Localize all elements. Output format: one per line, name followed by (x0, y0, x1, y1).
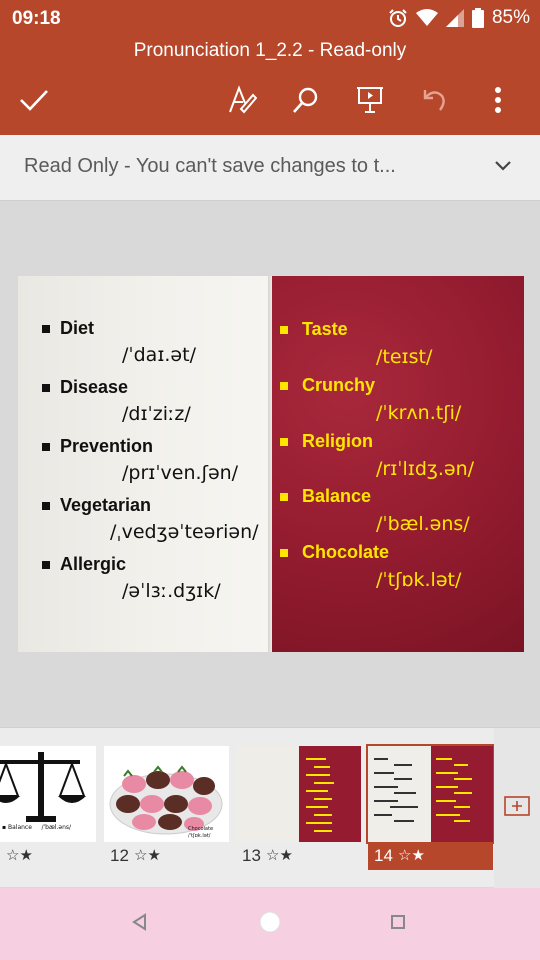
left-word-3: Prevention (42, 436, 153, 457)
recents-button[interactable] (382, 908, 414, 940)
word-text: Diet (60, 318, 95, 338)
mini-left (236, 746, 299, 842)
bullet (280, 548, 288, 557)
thumb-13-star: ☆★ (266, 846, 293, 864)
signal-icon (445, 9, 464, 27)
left-word-5: Allergic (42, 554, 126, 575)
done-button[interactable] (14, 80, 54, 120)
status-icons: 85% (388, 7, 530, 29)
word-text: Allergic (60, 554, 127, 574)
right-word-5: Chocolate (280, 542, 389, 563)
mini-left (368, 746, 431, 842)
status-bar: 09:18 85% (0, 0, 540, 36)
wifi-icon (415, 9, 438, 27)
left-word-1: Diet (42, 318, 94, 339)
slide-thumbnail-12[interactable]: Chocolate/ˈtʃɒk.lət/ (104, 746, 229, 842)
left-ipa-1: /ˈdaɪ.ət/ (122, 344, 196, 366)
read-only-banner[interactable]: Read Only - You can't save changes to t.… (0, 135, 540, 201)
right-ipa-3: /rɪˈlɪdʒ.ən/ (376, 458, 475, 480)
bullet (280, 492, 288, 501)
bullet (42, 501, 50, 510)
app-header: 09:18 85% Pronunciation 1_2.2 - Read-onl… (0, 0, 540, 135)
more-options-button[interactable] (478, 80, 518, 120)
battery-percent: 85% (491, 7, 530, 28)
slide-thumbnail-14[interactable] (366, 744, 495, 844)
thumb-11-word: Balance (7, 824, 32, 831)
back-button[interactable] (124, 908, 156, 940)
word-text: Balance (302, 486, 372, 506)
undo-button[interactable] (414, 80, 454, 120)
right-word-2: Crunchy (280, 375, 375, 396)
draw-pen-icon (227, 85, 257, 115)
word-text: Religion (302, 431, 373, 451)
add-icon (504, 796, 530, 820)
alarm-icon (388, 8, 408, 28)
left-ipa-4: /ˌvedʒəˈteəriən/ (110, 521, 259, 543)
recents-square-icon (390, 914, 406, 934)
left-word-4: Vegetarian (42, 495, 151, 516)
right-ipa-1: /teɪst/ (376, 346, 433, 368)
chevron-down-icon[interactable] (494, 157, 512, 176)
mini-right (298, 746, 361, 842)
left-word-2: Disease (42, 377, 128, 398)
left-ipa-3: /prɪˈven.ʃən/ (122, 462, 239, 484)
right-ipa-2: /ˈkrʌn.tʃi/ (376, 402, 462, 424)
bullet (280, 325, 288, 334)
thumb-12-word: Chocolate (188, 826, 214, 832)
present-button[interactable] (350, 80, 390, 120)
thumb-12-star: ☆★ (134, 846, 161, 864)
home-button[interactable] (254, 908, 286, 940)
undo-icon (420, 86, 448, 114)
document-title: Pronunciation 1_2.2 - Read-only (133, 40, 407, 61)
slide-thumbnail-strip[interactable]: ▪ Balance /ˈbæl.əns/ ☆★ Chocolate/ˈtʃɒk.… (0, 727, 540, 888)
thumb-14-number: 14 (374, 846, 393, 865)
right-word-3: Religion (280, 431, 373, 452)
word-text: Disease (60, 377, 129, 397)
present-icon (355, 85, 385, 115)
right-ipa-5: /ˈtʃɒk.lət/ (376, 569, 462, 591)
more-icon (494, 86, 502, 114)
read-only-message: Read Only - You can't save changes to t.… (24, 155, 396, 177)
battery-icon (471, 8, 484, 28)
thumb-14-selected-bar: 14 ☆★ (368, 842, 493, 870)
bullet (280, 381, 288, 390)
thumb-12-ipa: /ˈtʃɒk.lət/ (188, 833, 211, 839)
left-ipa-5: /əˈlɜː.dʒɪk/ (122, 580, 221, 602)
word-text: Taste (302, 319, 348, 339)
thumb-11-ipa: /ˈbæl.əns/ (41, 824, 72, 831)
right-word-4: Balance (280, 486, 371, 507)
search-icon (292, 86, 320, 114)
bullet (42, 324, 50, 333)
android-nav-bar (0, 888, 540, 960)
bullet (42, 560, 50, 569)
thumb-13-number: 13 (242, 846, 261, 865)
slide-thumbnail-11[interactable]: ▪ Balance /ˈbæl.əns/ (0, 746, 96, 842)
word-text: Vegetarian (60, 495, 152, 515)
left-ipa-2: /dɪˈziːz/ (122, 403, 191, 425)
right-word-1: Taste (280, 319, 348, 340)
thumb-11-star: ☆★ (6, 846, 33, 864)
status-time: 09:18 (12, 8, 61, 29)
right-ipa-4: /ˈbæl.əns/ (376, 513, 470, 535)
word-text: Prevention (60, 436, 154, 456)
check-icon (19, 88, 49, 112)
bullet (42, 383, 50, 392)
back-triangle-icon (131, 913, 149, 935)
word-text: Chocolate (302, 542, 390, 562)
current-slide[interactable]: Diet /ˈdaɪ.ət/ Disease /dɪˈziːz/ Prevent… (18, 276, 524, 652)
slide-thumbnail-13[interactable] (236, 746, 361, 842)
word-text: Crunchy (302, 375, 376, 395)
draw-button[interactable] (222, 80, 262, 120)
mini-right (430, 746, 493, 842)
thumb-12-number: 12 (110, 846, 129, 865)
thumb-14-star: ☆★ (398, 846, 425, 864)
bullet (280, 437, 288, 446)
bullet (42, 442, 50, 451)
thumb-12-caption: Chocolate/ˈtʃɒk.lət/ (188, 826, 213, 840)
add-slide-button[interactable] (494, 728, 540, 888)
home-circle-icon (259, 911, 281, 937)
search-button[interactable] (286, 80, 326, 120)
thumb-11-text: ▪ Balance /ˈbæl.əns/ (2, 824, 72, 831)
